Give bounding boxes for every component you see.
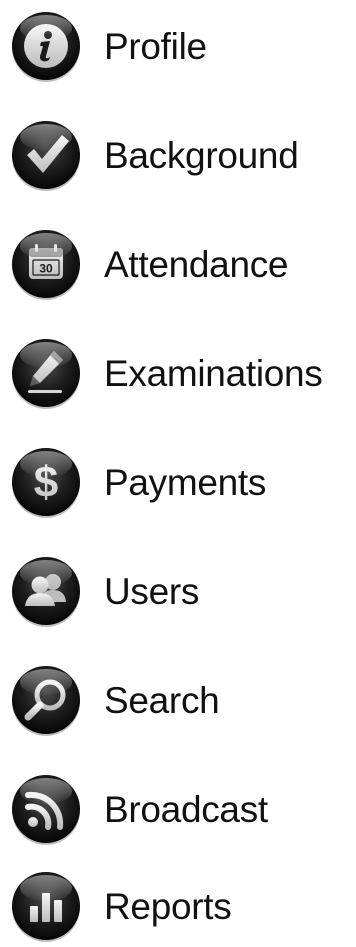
menu-item-label: Background [104,134,299,176]
navigation-menu: Profile Background 30 Attendance Examina… [0,0,356,947]
menu-item-label: Broadcast [104,788,268,830]
menu-item-reports[interactable]: Reports [8,868,348,944]
search-icon [8,662,84,738]
menu-item-label: Examinations [104,352,323,394]
info-icon [8,8,84,84]
bar-chart-icon [8,868,84,944]
menu-item-background[interactable]: Background [8,117,348,193]
menu-item-payments[interactable]: $ Payments [8,444,348,520]
menu-item-label: Payments [104,461,267,503]
menu-item-search[interactable]: Search [8,662,348,738]
rss-icon [8,771,84,847]
checkmark-icon [8,117,84,193]
menu-item-label: Attendance [104,243,289,285]
pencil-icon [8,335,84,411]
menu-item-broadcast[interactable]: Broadcast [8,771,348,847]
menu-item-users[interactable]: Users [8,553,348,629]
menu-item-label: Profile [104,25,207,67]
menu-item-examinations[interactable]: Examinations [8,335,348,411]
menu-item-label: Reports [104,885,232,927]
users-icon [8,553,84,629]
menu-item-label: Search [104,679,220,721]
menu-item-label: Users [104,570,200,612]
dollar-icon: $ [8,444,84,520]
calendar-icon: 30 [8,226,84,302]
calendar-day-number: 30 [39,262,53,276]
menu-item-attendance[interactable]: 30 Attendance [8,226,348,302]
menu-item-profile[interactable]: Profile [8,8,348,84]
